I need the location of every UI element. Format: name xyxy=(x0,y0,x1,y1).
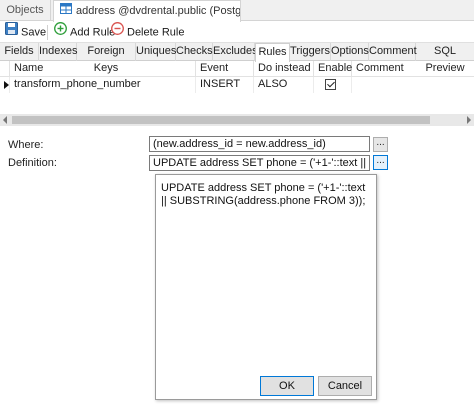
tab-comment[interactable]: Comment xyxy=(369,43,417,61)
save-icon xyxy=(5,22,18,43)
rule-enable-cell xyxy=(314,77,352,93)
document-tab-bar: Objects address @dvdrental.public (Postg… xyxy=(0,0,474,22)
add-icon xyxy=(54,22,67,43)
where-ellipsis-button[interactable]: ... xyxy=(373,137,388,152)
scroll-left-icon[interactable] xyxy=(3,116,7,124)
tab-checks[interactable]: Checks xyxy=(176,43,213,61)
definition-editor-text[interactable]: UPDATE address SET phone = ('+1-'::text … xyxy=(161,182,369,208)
delete-rule-label: Delete Rule xyxy=(127,26,185,39)
table-icon xyxy=(60,1,72,21)
tab-triggers[interactable]: Triggers xyxy=(290,43,331,61)
designer-tab-bar: Fields Indexes Foreign Keys Uniques Chec… xyxy=(0,42,474,74)
where-label: Where: xyxy=(8,139,44,151)
rule-name-cell[interactable]: transform_phone_number xyxy=(10,77,196,93)
scrollbar-thumb[interactable] xyxy=(12,116,430,124)
definition-field[interactable]: UPDATE address SET phone = ('+1-'::text … xyxy=(149,155,370,171)
tab-address-label: address @dvdrental.public (PostgreSQL)..… xyxy=(76,5,241,17)
tab-excludes[interactable]: Excludes xyxy=(213,43,258,61)
definition-editor-popup: UPDATE address SET phone = ('+1-'::text … xyxy=(155,174,377,400)
column-header-name[interactable]: Name xyxy=(10,61,196,77)
tab-fields[interactable]: Fields xyxy=(0,43,39,61)
save-label: Save xyxy=(21,26,47,39)
tab-options[interactable]: Options xyxy=(331,43,369,61)
current-row-arrow-icon xyxy=(4,81,9,89)
cancel-button[interactable]: Cancel xyxy=(318,376,372,396)
column-header-comment[interactable]: Comment xyxy=(352,61,474,77)
column-header-event[interactable]: Event xyxy=(196,61,254,77)
where-field[interactable]: (new.address_id = new.address_id) xyxy=(149,136,370,152)
delete-rule-button[interactable]: Delete Rule xyxy=(111,22,184,43)
tab-uniques[interactable]: Uniques xyxy=(136,43,176,61)
tab-sql-preview[interactable]: SQL Preview xyxy=(416,43,474,74)
delete-icon xyxy=(111,22,124,43)
tab-rules[interactable]: Rules xyxy=(255,43,290,62)
tab-address-table[interactable]: address @dvdrental.public (PostgreSQL)..… xyxy=(53,0,241,22)
save-button[interactable]: Save xyxy=(5,22,46,43)
table-row[interactable]: transform_phone_number INSERT ALSO xyxy=(0,77,474,93)
toolbar: Save Add Rule Delete Rule xyxy=(0,22,474,43)
row-indicator-header xyxy=(0,61,10,77)
scroll-right-icon[interactable] xyxy=(467,116,471,124)
tab-indexes[interactable]: Indexes xyxy=(39,43,78,61)
tab-foreign-keys[interactable]: Foreign Keys xyxy=(77,43,136,74)
column-header-enable[interactable]: Enable xyxy=(314,61,352,77)
toolbar-divider xyxy=(47,25,48,40)
add-rule-label: Add Rule xyxy=(70,26,116,39)
enable-checkbox[interactable] xyxy=(325,79,336,90)
rule-comment-cell[interactable] xyxy=(352,77,474,93)
ok-button[interactable]: OK xyxy=(260,376,314,396)
row-indicator xyxy=(0,77,10,93)
grid-header: Name Event Do instead Enable Comment xyxy=(0,61,474,77)
rule-do-instead-cell[interactable]: ALSO xyxy=(254,77,314,93)
column-header-do-instead[interactable]: Do instead xyxy=(254,61,314,77)
add-rule-button[interactable]: Add Rule xyxy=(54,22,115,43)
rule-event-cell[interactable]: INSERT xyxy=(196,77,254,93)
horizontal-scrollbar[interactable] xyxy=(0,114,474,126)
definition-label: Definition: xyxy=(8,157,57,169)
tab-objects[interactable]: Objects xyxy=(0,0,51,21)
definition-ellipsis-button[interactable]: ... xyxy=(373,155,388,170)
